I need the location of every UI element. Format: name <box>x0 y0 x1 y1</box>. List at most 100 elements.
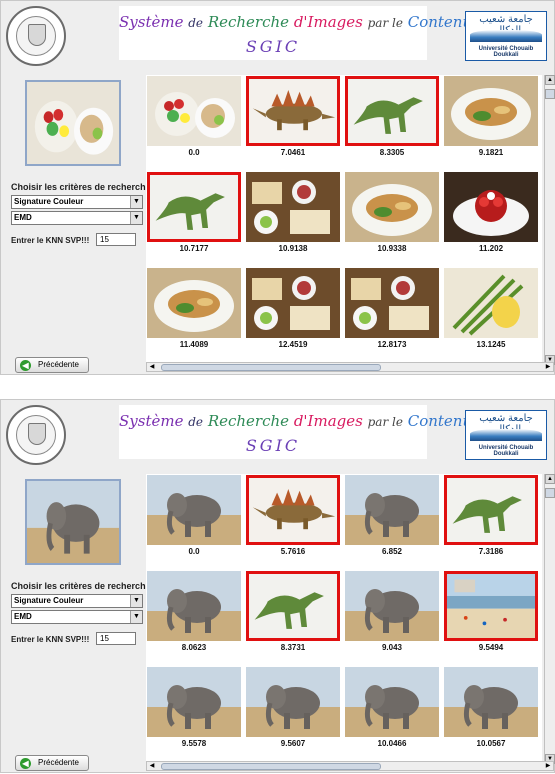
result-image[interactable] <box>147 475 241 545</box>
scroll-right-icon[interactable]: ▶ <box>543 363 553 371</box>
signature-select[interactable]: Signature Couleur ▼ <box>11 594 143 608</box>
knn-label: Entrer le KNN SVP!!! <box>11 635 90 644</box>
result-image[interactable] <box>246 172 340 242</box>
distance-value: 9.5494 <box>478 643 504 652</box>
university-logo: جامعة شعيب الدكالي Université Chouaib Do… <box>465 410 547 460</box>
result-image[interactable] <box>345 172 439 242</box>
result-image[interactable] <box>147 268 241 338</box>
vertical-scrollbar[interactable]: ▲ ▼ <box>544 75 555 365</box>
metric-select[interactable]: EMD ▼ <box>11 211 143 225</box>
vertical-scrollbar[interactable]: ▲ ▼ <box>544 474 555 764</box>
result-item[interactable]: 11.4089 <box>146 267 242 363</box>
university-seal-logo <box>6 405 66 465</box>
result-image[interactable] <box>345 571 439 641</box>
signature-select[interactable]: Signature Couleur ▼ <box>11 195 143 209</box>
result-image[interactable] <box>147 76 241 146</box>
criteria-label: Choisir les critères de recherche <box>11 581 151 591</box>
result-image[interactable] <box>444 268 538 338</box>
result-item[interactable]: 7.3186 <box>443 474 539 570</box>
result-item[interactable]: 8.3731 <box>245 570 341 666</box>
knn-input[interactable]: 15 <box>96 233 136 246</box>
result-image[interactable] <box>345 268 439 338</box>
result-item[interactable]: 10.0567 <box>443 666 539 762</box>
result-image[interactable] <box>246 268 340 338</box>
result-item[interactable]: 12.4519 <box>245 267 341 363</box>
scroll-thumb[interactable] <box>545 488 555 498</box>
result-item[interactable]: 6.852 <box>344 474 440 570</box>
distance-value: 12.4519 <box>278 340 308 349</box>
back-button[interactable]: ◀ Précédente <box>15 755 89 771</box>
result-item[interactable]: 10.9138 <box>245 171 341 267</box>
scroll-thumb[interactable] <box>161 364 381 371</box>
knn-label: Entrer le KNN SVP!!! <box>11 236 90 245</box>
result-image[interactable] <box>147 172 241 242</box>
university-seal-logo <box>6 6 66 66</box>
search-window-2: Système de Recherche d'Images par le Con… <box>0 399 555 773</box>
result-image[interactable] <box>246 475 340 545</box>
app-acronym: SGIC <box>245 37 301 56</box>
result-item[interactable]: 7.0461 <box>245 75 341 171</box>
arrow-left-icon: ◀ <box>20 758 31 769</box>
result-image[interactable] <box>246 571 340 641</box>
result-image[interactable] <box>444 667 538 737</box>
results-grid: 0.0 5.7616 6.852 7.3186 8.0623 8.3731 9.043 9.5… <box>146 474 542 764</box>
result-item[interactable]: 10.0466 <box>344 666 440 762</box>
distance-value: 7.0461 <box>280 148 306 157</box>
chevron-down-icon[interactable]: ▼ <box>130 212 142 224</box>
horizontal-scrollbar[interactable]: ◀ ▶ <box>146 362 554 372</box>
result-image[interactable] <box>246 76 340 146</box>
result-item[interactable]: 9.043 <box>344 570 440 666</box>
scroll-left-icon[interactable]: ◀ <box>147 363 157 371</box>
knn-input[interactable]: 15 <box>96 632 136 645</box>
distance-value: 9.5607 <box>280 739 306 748</box>
result-item[interactable]: 11.202 <box>443 171 539 267</box>
result-image[interactable] <box>147 571 241 641</box>
horizontal-scrollbar[interactable]: ◀ ▶ <box>146 761 554 771</box>
result-item[interactable]: 9.5578 <box>146 666 242 762</box>
result-image[interactable] <box>444 475 538 545</box>
back-button[interactable]: ◀ Précédente <box>15 357 89 373</box>
chevron-down-icon[interactable]: ▼ <box>130 595 142 607</box>
results-grid: 0.0 7.0461 8.3305 9.1821 10.7177 10.9138 10.93… <box>146 75 542 365</box>
scroll-thumb[interactable] <box>161 763 381 770</box>
app-title: Système de Recherche d'Images par le Con… <box>119 405 472 459</box>
metric-select[interactable]: EMD ▼ <box>11 610 143 624</box>
result-item[interactable]: 9.5607 <box>245 666 341 762</box>
distance-value: 0.0 <box>188 148 200 157</box>
scroll-thumb[interactable] <box>545 89 555 99</box>
result-image[interactable] <box>444 76 538 146</box>
distance-value: 10.0567 <box>476 739 506 748</box>
arrow-left-icon: ◀ <box>20 360 31 371</box>
result-item[interactable]: 12.8173 <box>344 267 440 363</box>
scroll-right-icon[interactable]: ▶ <box>543 762 553 770</box>
result-image[interactable] <box>147 667 241 737</box>
result-image[interactable] <box>345 667 439 737</box>
scroll-left-icon[interactable]: ◀ <box>147 762 157 770</box>
result-image[interactable] <box>345 76 439 146</box>
result-item[interactable]: 0.0 <box>146 474 242 570</box>
result-item[interactable]: 13.1245 <box>443 267 539 363</box>
result-image[interactable] <box>345 475 439 545</box>
distance-value: 10.9138 <box>278 244 308 253</box>
chevron-down-icon[interactable]: ▼ <box>130 611 142 623</box>
distance-value: 0.0 <box>188 547 200 556</box>
distance-value: 9.043 <box>381 643 403 652</box>
result-item[interactable]: 0.0 <box>146 75 242 171</box>
scroll-up-icon[interactable]: ▲ <box>545 474 555 484</box>
result-item[interactable]: 8.0623 <box>146 570 242 666</box>
result-item[interactable]: 9.5494 <box>443 570 539 666</box>
distance-value: 8.3731 <box>280 643 306 652</box>
app-title: Système de Recherche d'Images par le Con… <box>119 6 472 60</box>
scroll-up-icon[interactable]: ▲ <box>545 75 555 85</box>
result-item[interactable]: 9.1821 <box>443 75 539 171</box>
result-item[interactable]: 10.9338 <box>344 171 440 267</box>
result-item[interactable]: 8.3305 <box>344 75 440 171</box>
distance-value: 6.852 <box>381 547 403 556</box>
distance-value: 8.0623 <box>181 643 207 652</box>
result-item[interactable]: 10.7177 <box>146 171 242 267</box>
chevron-down-icon[interactable]: ▼ <box>130 196 142 208</box>
result-image[interactable] <box>444 571 538 641</box>
result-item[interactable]: 5.7616 <box>245 474 341 570</box>
result-image[interactable] <box>246 667 340 737</box>
result-image[interactable] <box>444 172 538 242</box>
